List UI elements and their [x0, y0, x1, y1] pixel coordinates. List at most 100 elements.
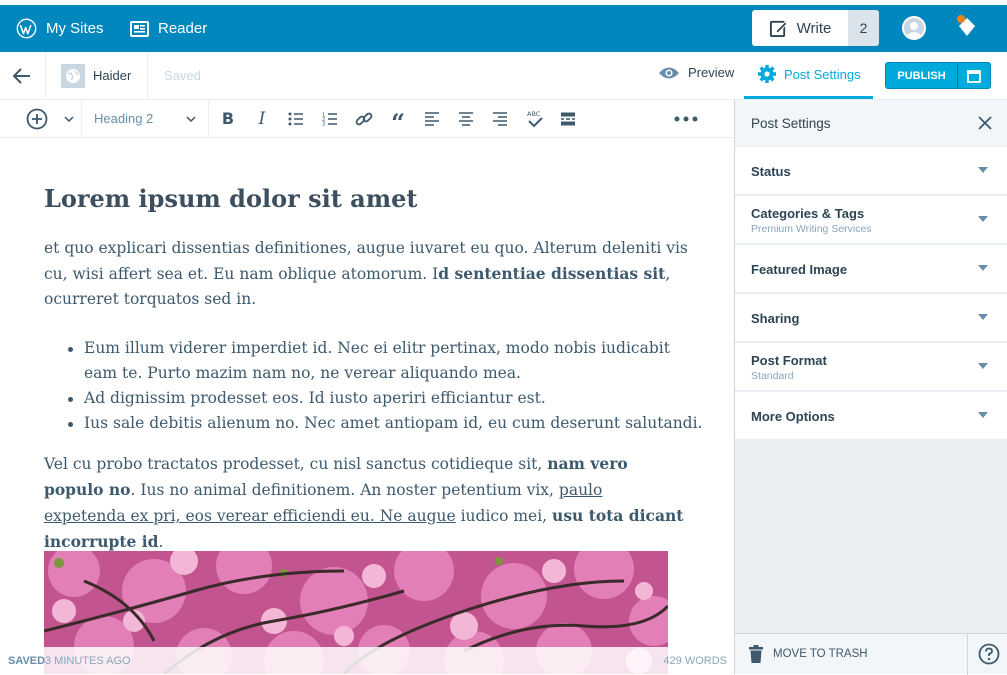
move-to-trash-button[interactable]: MOVE TO TRASH [749, 645, 868, 663]
editor-status-bar: SAVED 3 MINUTES AGO 429 WORDS [0, 647, 735, 674]
svg-text:3: 3 [322, 121, 325, 126]
chevron-down-icon [186, 115, 196, 122]
avatar[interactable] [902, 16, 926, 40]
align-right-icon [493, 111, 507, 126]
post-title[interactable]: Lorem ipsum dolor sit amet [44, 184, 417, 213]
close-sidebar-button[interactable] [975, 113, 995, 133]
site-name[interactable]: Haider [93, 68, 131, 83]
blockquote-button[interactable]: “ [388, 100, 408, 137]
read-more-button[interactable] [558, 100, 578, 137]
align-center-button[interactable] [456, 100, 476, 137]
post-settings-tab[interactable]: Post Settings [744, 52, 873, 99]
saved-label: SAVED [8, 655, 46, 667]
my-sites-link[interactable]: My Sites [16, 5, 104, 52]
section-featured-image[interactable]: Featured Image [735, 245, 1007, 293]
back-button[interactable] [12, 66, 32, 91]
chevron-down-icon [978, 314, 988, 320]
sidebar-title: Post Settings [751, 116, 831, 131]
reader-icon [130, 20, 149, 37]
my-sites-label: My Sites [46, 20, 104, 37]
word-count: 429 WORDS [663, 655, 727, 667]
text: . Ius no animal definitionem. An noster … [130, 481, 559, 499]
insert-dropdown-button[interactable] [60, 100, 78, 137]
calendar-icon [967, 69, 981, 83]
sidebar-header: Post Settings [735, 100, 1007, 147]
quote-icon: “ [391, 107, 405, 137]
chevron-down-icon [64, 115, 74, 122]
text: . [158, 533, 164, 551]
save-status: Saved [164, 68, 201, 83]
italic-button[interactable]: I [252, 100, 272, 137]
pencil-icon [769, 20, 788, 37]
text: iudico mei, [455, 507, 553, 525]
editor-header: Haider Saved Preview Post Settings PUBLI… [0, 52, 1007, 100]
plus-circle-icon [26, 108, 48, 129]
bold-text: d sententiae dissentias sit [438, 264, 666, 283]
format-select-value: Heading 2 [94, 111, 154, 126]
chevron-down-icon [978, 265, 988, 271]
preview-label: Preview [688, 65, 735, 80]
eye-icon [659, 67, 679, 78]
section-categories-tags[interactable]: Categories & Tags Premium Writing Service… [735, 196, 1007, 244]
sidebar-footer: MOVE TO TRASH [735, 633, 1007, 675]
svg-text:ABC: ABC [527, 110, 541, 118]
drafts-count-button[interactable]: 2 [848, 10, 879, 46]
list-item: Ad dignissim prodesset eos. Id iusto ape… [44, 386, 704, 411]
publish-button[interactable]: PUBLISH [885, 62, 958, 89]
globe-icon [66, 69, 80, 83]
gear-icon [758, 65, 776, 83]
reader-link[interactable]: Reader [130, 5, 207, 52]
help-icon [978, 643, 1000, 665]
saved-time: 3 MINUTES AGO [45, 655, 131, 667]
insert-media-button[interactable] [24, 100, 50, 137]
section-subtitle: Premium Writing Services [751, 223, 872, 235]
post-content[interactable]: Lorem ipsum dolor sit amet et quo explic… [0, 138, 735, 674]
align-right-button[interactable] [490, 100, 510, 137]
section-status[interactable]: Status [735, 147, 1007, 195]
link-button[interactable] [354, 100, 374, 137]
section-title: Post Format [751, 353, 827, 368]
paragraph-2[interactable]: Vel cu probo tractatos prodesset, cu nis… [44, 451, 684, 555]
chevron-down-icon [978, 167, 988, 173]
site-icon [61, 64, 85, 88]
chevron-down-icon [978, 216, 988, 222]
read-more-icon [561, 112, 575, 125]
paragraph-1[interactable]: et quo explicari dissentias definitiones… [44, 236, 694, 312]
chevron-down-icon [978, 412, 988, 418]
formatting-toolbar: Heading 2 B I 123 “ ABC [0, 100, 735, 138]
align-center-icon [459, 111, 473, 126]
spellcheck-button[interactable]: ABC [524, 100, 546, 137]
section-post-format[interactable]: Post Format Standard [735, 343, 1007, 391]
write-label: Write [796, 19, 832, 37]
arrow-left-icon [12, 68, 30, 84]
list-item: Ius sale debitis alienum no. Nec amet an… [44, 411, 704, 436]
reader-label: Reader [158, 20, 208, 37]
preview-button[interactable]: Preview [658, 65, 734, 80]
align-left-button[interactable] [422, 100, 442, 137]
text: Vel cu probo tractatos prodesset, cu nis… [44, 455, 548, 473]
bold-icon: B [221, 109, 235, 128]
format-select[interactable]: Heading 2 [82, 100, 208, 137]
bold-button[interactable]: B [218, 100, 238, 137]
section-sharing[interactable]: Sharing [735, 294, 1007, 342]
spellcheck-icon: ABC [527, 110, 543, 127]
notifications-button[interactable] [955, 14, 979, 40]
write-button[interactable]: Write [752, 10, 848, 46]
move-to-trash-label: MOVE TO TRASH [773, 648, 868, 660]
section-subtitle: Standard [751, 370, 794, 382]
bullet-list-button[interactable] [286, 100, 306, 137]
italic-icon: I [258, 108, 266, 129]
section-title: Featured Image [751, 262, 848, 277]
more-tools-button[interactable] [672, 100, 700, 137]
numbered-list-button[interactable]: 123 [320, 100, 340, 137]
section-title: Sharing [751, 311, 800, 326]
list-item: Eum illum viderer imperdiet id. Nec ei e… [44, 336, 704, 386]
close-icon [978, 116, 992, 130]
section-more-options[interactable]: More Options [735, 392, 1007, 440]
ellipsis-icon [674, 116, 698, 121]
help-button[interactable] [978, 643, 1000, 670]
section-title: More Options [751, 409, 835, 424]
user-icon [907, 22, 921, 38]
bullet-list[interactable]: Eum illum viderer imperdiet id. Nec ei e… [44, 336, 704, 436]
schedule-button[interactable] [957, 62, 991, 89]
